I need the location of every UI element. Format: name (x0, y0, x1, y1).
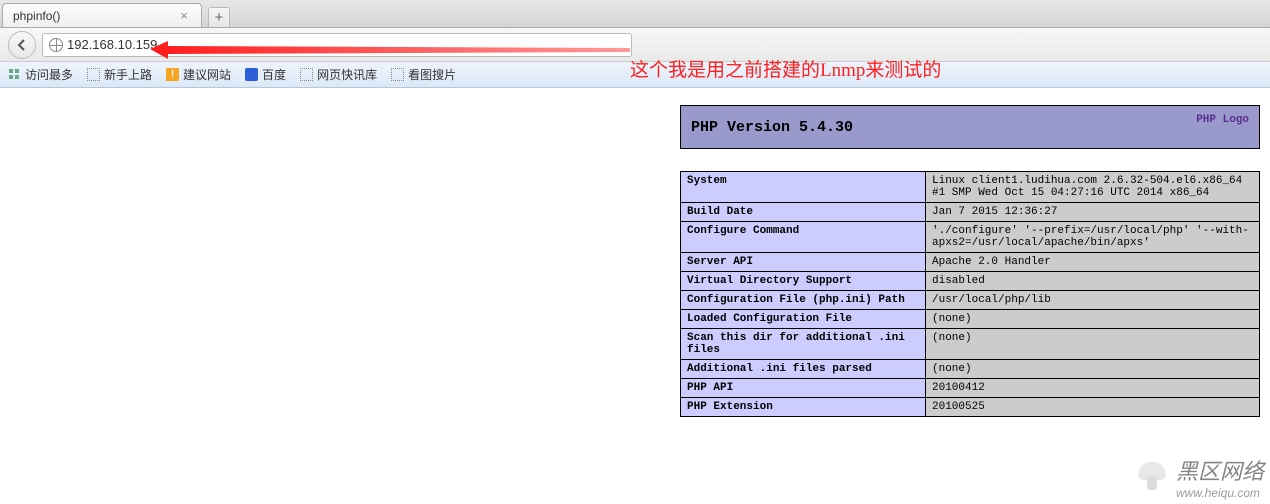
php-version: PHP Version 5.4.30 (691, 119, 853, 136)
table-row: Virtual Directory Supportdisabled (681, 272, 1260, 291)
info-value: 20100525 (926, 398, 1260, 417)
info-value: (none) (926, 329, 1260, 360)
browser-tab[interactable]: phpinfo() × (2, 3, 202, 27)
new-tab-button[interactable]: + (208, 7, 230, 27)
bookmark-baidu[interactable]: 百度 (245, 66, 286, 83)
close-icon[interactable]: × (177, 9, 191, 23)
table-row: Additional .ini files parsed(none) (681, 360, 1260, 379)
info-key: Build Date (681, 203, 926, 222)
info-value: 20100412 (926, 379, 1260, 398)
bookmark-label: 访问最多 (25, 66, 73, 83)
watermark-url: www.heiqu.com (1176, 486, 1264, 500)
info-value: Linux client1.ludihua.com 2.6.32-504.el6… (926, 172, 1260, 203)
table-row: PHP Extension20100525 (681, 398, 1260, 417)
info-value: Apache 2.0 Handler (926, 253, 1260, 272)
info-key: PHP API (681, 379, 926, 398)
warning-icon: ! (166, 68, 179, 81)
bookmark-label: 网页快讯库 (317, 66, 377, 83)
table-row: PHP API20100412 (681, 379, 1260, 398)
square-icon (87, 68, 100, 81)
mushroom-icon (1134, 462, 1170, 492)
table-row: Configuration File (php.ini) Path/usr/lo… (681, 291, 1260, 310)
info-key: Scan this dir for additional .ini files (681, 329, 926, 360)
table-row: Scan this dir for additional .ini files(… (681, 329, 1260, 360)
url-input[interactable]: 192.168.10.159 (42, 33, 632, 57)
info-value: disabled (926, 272, 1260, 291)
baidu-icon (245, 68, 258, 81)
php-info-table: SystemLinux client1.ludihua.com 2.6.32-5… (680, 171, 1260, 417)
info-key: System (681, 172, 926, 203)
bookmark-label: 新手上路 (104, 66, 152, 83)
info-key: Configure Command (681, 222, 926, 253)
table-row: Loaded Configuration File(none) (681, 310, 1260, 329)
info-key: PHP Extension (681, 398, 926, 417)
globe-icon (49, 38, 63, 52)
arrow-left-icon (15, 38, 29, 52)
bookmark-label: 看图搜片 (408, 66, 456, 83)
table-row: SystemLinux client1.ludihua.com 2.6.32-5… (681, 172, 1260, 203)
info-value: (none) (926, 360, 1260, 379)
info-value: (none) (926, 310, 1260, 329)
info-key: Loaded Configuration File (681, 310, 926, 329)
table-row: Configure Command'./configure' '--prefix… (681, 222, 1260, 253)
grid-icon (8, 68, 21, 81)
table-row: Server APIApache 2.0 Handler (681, 253, 1260, 272)
square-icon (391, 68, 404, 81)
info-key: Additional .ini files parsed (681, 360, 926, 379)
bookmark-image-search[interactable]: 看图搜片 (391, 66, 456, 83)
php-header: PHP Version 5.4.30 PHP Logo (680, 105, 1260, 149)
info-value: /usr/local/php/lib (926, 291, 1260, 310)
info-key: Configuration File (php.ini) Path (681, 291, 926, 310)
table-row: Build DateJan 7 2015 12:36:27 (681, 203, 1260, 222)
watermark: 黑区网络 www.heiqu.com (1134, 454, 1264, 500)
info-value: './configure' '--prefix=/usr/local/php' … (926, 222, 1260, 253)
info-key: Virtual Directory Support (681, 272, 926, 291)
tab-bar: phpinfo() × + (0, 0, 1270, 28)
php-logo: PHP Logo (1196, 114, 1249, 126)
bookmark-label: 建议网站 (183, 66, 231, 83)
watermark-brand: 黑区网络 (1176, 454, 1264, 486)
bookmark-label: 百度 (262, 66, 286, 83)
info-key: Server API (681, 253, 926, 272)
square-icon (300, 68, 313, 81)
bookmark-suggested[interactable]: ! 建议网站 (166, 66, 231, 83)
bookmark-getting-started[interactable]: 新手上路 (87, 66, 152, 83)
bookmark-news[interactable]: 网页快讯库 (300, 66, 377, 83)
annotation-text: 这个我是用之前搭建的Lnmp来测试的 (630, 55, 941, 82)
url-text: 192.168.10.159 (67, 37, 157, 52)
back-button[interactable] (8, 31, 36, 59)
info-value: Jan 7 2015 12:36:27 (926, 203, 1260, 222)
bookmark-most-visited[interactable]: 访问最多 (8, 66, 73, 83)
phpinfo-content: PHP Version 5.4.30 PHP Logo SystemLinux … (680, 105, 1260, 417)
tab-title: phpinfo() (13, 9, 60, 23)
